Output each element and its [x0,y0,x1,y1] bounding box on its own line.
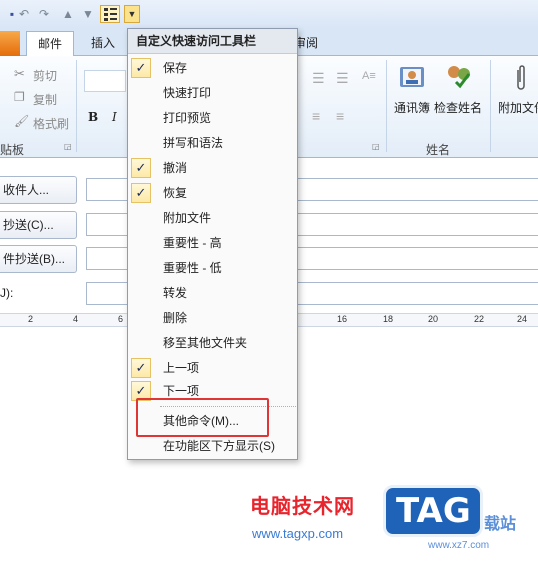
menu-item-attach-file[interactable]: 附加文件 [128,206,297,231]
menu-item-move-folder[interactable]: 移至其他文件夹 [128,331,297,356]
align-left-icon[interactable]: ≡ [312,108,330,124]
paperclip-icon [514,64,528,92]
menu-item-quick-print[interactable]: 快速打印 [128,81,297,106]
clipboard-group-label: 贴板 [0,143,25,157]
menu-item-label: 撤消 [163,161,188,175]
next-item-icon[interactable]: ▼ [80,6,96,22]
ruler-number: 20 [428,314,439,324]
tab-mail[interactable]: 邮件 [26,31,75,57]
menu-item-undo[interactable]: ✓ 撤消 [128,156,297,181]
italic-button[interactable]: I [112,110,117,124]
checkmark-icon: ✓ [131,58,151,78]
ruler-number: 22 [474,314,485,324]
watermark-text: 电脑技术网 [250,496,355,518]
address-book-button[interactable]: 通讯簿 [394,99,430,116]
group-separator [386,60,387,152]
bullets-icon[interactable]: ☰ [312,70,330,86]
outlook-compose-window: ▪ ↶ ↷ ▲ ▼ ▼ 邮件 插入 审阅 ✂ 剪切 ❐ 复制 🖌 格式刷 贴板 … [0,0,538,561]
to-button[interactable]: 收件人... [0,176,77,204]
menu-item-previous[interactable]: ✓ 上一项 [128,356,297,381]
customize-qat-menu: 自定义快速访问工具栏 ✓ 保存 快速打印 打印预览 拼写和语法 ✓ 撤消 ✓ 恢复 附… [127,28,298,460]
menu-item-show-below-ribbon[interactable]: 在功能区下方显示(S) [128,434,297,459]
bcc-button[interactable]: 件抄送(B)... [0,245,77,273]
menu-item-label: 重要性 - 高 [163,236,222,250]
ruler-number: 16 [337,314,348,324]
customize-qat-icon[interactable] [100,5,120,23]
watermark-logo-text: TAG [396,491,471,531]
redo-icon[interactable]: ↷ [36,6,52,22]
cc-button[interactable]: 抄送(C)... [0,211,77,239]
menu-item-label: 打印预览 [163,111,212,125]
ruler-number: 24 [517,314,528,324]
menu-item-importance-high[interactable]: 重要性 - 高 [128,231,297,256]
watermark-url-2: www.xz7.com [428,540,490,551]
menu-item-redo[interactable]: ✓ 恢复 [128,181,297,206]
format-painter-icon: 🖌 [14,114,30,128]
check-names-icon [444,62,474,90]
file-tab[interactable] [0,31,20,56]
watermark-logo: TAG [383,485,483,537]
check-names-button[interactable]: 检查姓名 [434,99,482,116]
dialog-launcher-icon[interactable]: ◲ [64,142,72,151]
menu-title: 自定义快速访问工具栏 [128,29,297,54]
menu-item-importance-low[interactable]: 重要性 - 低 [128,256,297,281]
ruler-number: 2 [28,314,34,324]
tab-insert[interactable]: 插入 [80,31,126,56]
copy-icon: ❐ [14,90,25,104]
menu-item-label: 上一项 [163,361,200,375]
watermark-url: www.tagxp.com [252,526,344,541]
highlight-box [136,398,269,437]
undo-icon[interactable]: ↶ [16,6,32,22]
menu-item-label: 转发 [163,286,188,300]
dialog-launcher-icon[interactable]: ◲ [372,142,380,151]
font-box[interactable] [84,70,126,92]
names-group-label: 姓名 [426,143,451,157]
format-painter-button[interactable]: 格式刷 [33,115,69,132]
qat-dropdown-button[interactable]: ▼ [124,5,140,23]
menu-item-label: 删除 [163,311,188,325]
checkmark-icon: ✓ [131,158,151,178]
menu-item-label: 快速打印 [163,86,212,100]
scissors-icon: ✂ [14,66,25,81]
menu-item-label: 移至其他文件夹 [163,336,248,350]
previous-item-icon[interactable]: ▲ [60,6,76,22]
menu-item-label: 在功能区下方显示(S) [163,439,275,453]
cut-button[interactable]: 剪切 [33,67,57,84]
styles-icon[interactable]: A≡ [362,70,380,86]
menu-item-save[interactable]: ✓ 保存 [128,56,297,81]
menu-item-forward[interactable]: 转发 [128,281,297,306]
menu-item-label: 重要性 - 低 [163,261,222,275]
group-separator [490,60,491,152]
menu-item-delete[interactable]: 删除 [128,306,297,331]
ruler-number: 4 [73,314,79,324]
menu-item-label: 恢复 [163,186,188,200]
attach-file-button[interactable]: 附加文件 [498,99,538,116]
menu-item-label: 保存 [163,61,188,75]
align-center-icon[interactable]: ≡ [336,108,354,124]
checkmark-icon: ✓ [131,183,151,203]
address-book-icon [398,64,426,90]
ruler-number: 6 [118,314,124,324]
bold-button[interactable]: B [88,110,98,124]
copy-button[interactable]: 复制 [33,91,57,108]
ruler-number: 18 [383,314,394,324]
quick-access-toolbar: ▪ ↶ ↷ ▲ ▼ ▼ [0,0,538,28]
menu-item-print-preview[interactable]: 打印预览 [128,106,297,131]
menu-item-label: 附加文件 [163,211,212,225]
checkmark-icon: ✓ [131,358,151,378]
numbering-icon[interactable]: ☰ [336,70,354,86]
menu-item-spelling[interactable]: 拼写和语法 [128,131,297,156]
menu-item-label: 拼写和语法 [163,136,224,150]
group-separator [76,60,77,152]
subject-label: J): [0,286,14,300]
watermark-site: 载站 [484,516,517,533]
